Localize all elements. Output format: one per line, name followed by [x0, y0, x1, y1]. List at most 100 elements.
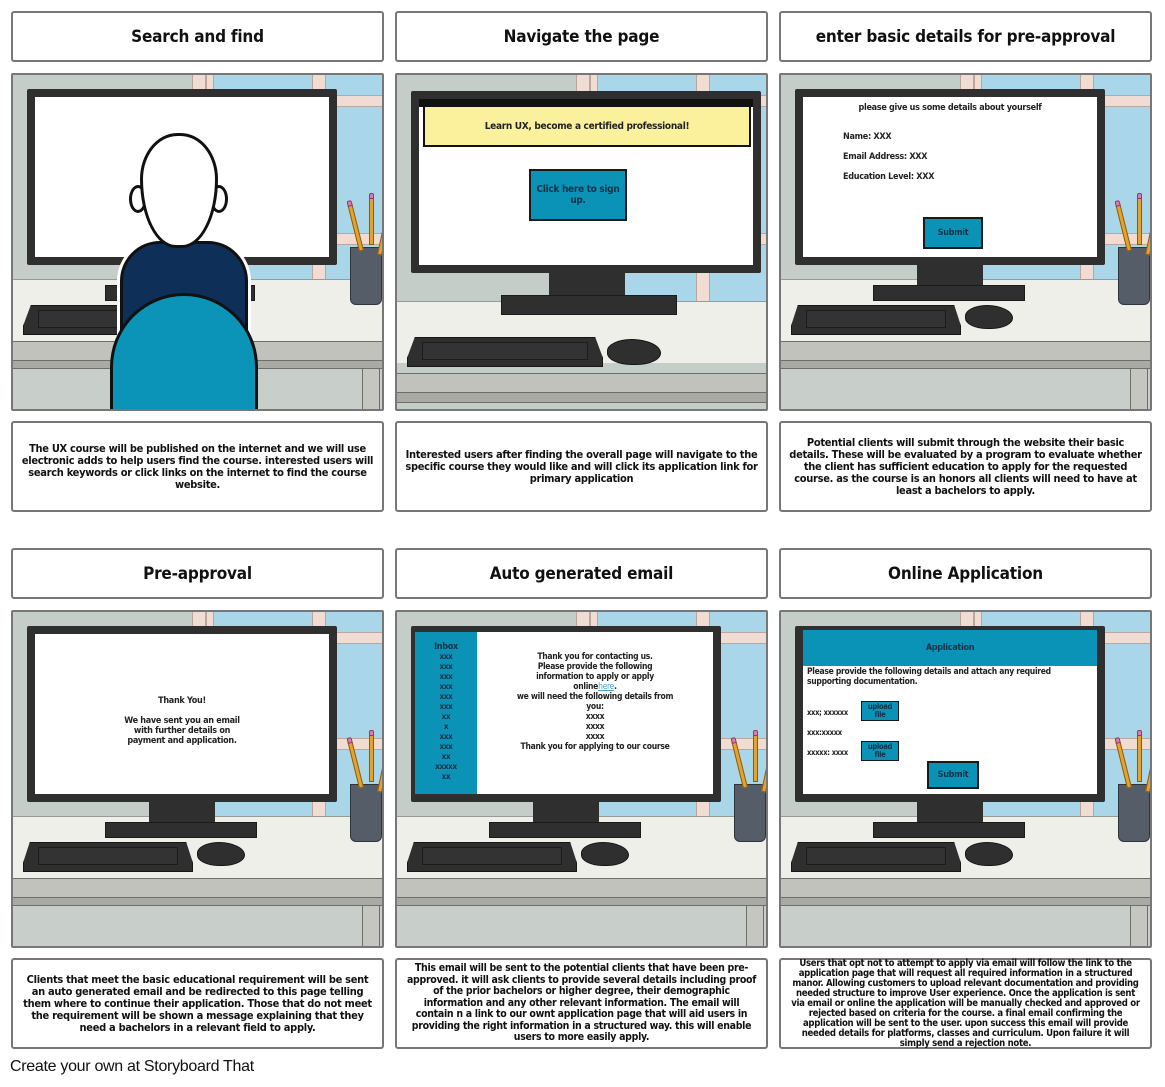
scene-illustration	[11, 73, 384, 411]
form-heading: please give us some details about yourse…	[858, 103, 1042, 113]
scene-illustration: please give us some details about yourse…	[779, 73, 1152, 411]
desk-lower-strip	[781, 898, 1150, 906]
monitor-stand-base	[873, 822, 1025, 838]
desk-edge	[397, 373, 766, 393]
desk-lower-strip	[397, 393, 766, 403]
email-body: Thank you for contacting us. Please prov…	[477, 652, 713, 752]
monitor-stand-base	[105, 822, 257, 838]
storyboard-that-credit-link[interactable]: Create your own at Storyboard That	[10, 1058, 254, 1076]
scene-illustration: Inbox xxx xxx xxx xxx xxx xxx xx x xxx xxx xx xxxxx…	[395, 610, 768, 948]
monitor-screen: Learn UX, become a certified professiona…	[419, 99, 753, 265]
monitor-stand-base	[873, 285, 1025, 301]
inbox-item[interactable]: xx	[415, 772, 477, 782]
name-field[interactable]: Name: XXX	[843, 132, 892, 142]
inbox-item[interactable]: xxxxx	[415, 762, 477, 772]
email-field[interactable]: Email Address: XXX	[843, 152, 927, 162]
inbox-item[interactable]: xxx	[415, 682, 477, 692]
monitor: Thank You! We have sent you an email wit…	[27, 626, 337, 802]
monitor: Learn UX, become a certified professiona…	[411, 91, 761, 273]
inbox-item[interactable]: xxx	[415, 742, 477, 752]
mouse	[607, 339, 661, 365]
inbox-item[interactable]: xxx	[415, 652, 477, 662]
inbox-item[interactable]: xxx	[415, 662, 477, 672]
scene-illustration: Thank You! We have sent you an email wit…	[11, 610, 384, 948]
keyboard	[407, 337, 603, 367]
panel-title: Search and find	[11, 11, 384, 62]
education-field[interactable]: Education Level: XXX	[843, 172, 934, 182]
pencil-icon	[369, 193, 374, 245]
pencil-icon	[753, 730, 758, 782]
person-back-view	[110, 123, 290, 409]
email-detail: xxxx	[585, 732, 605, 742]
desk-edge	[781, 878, 1150, 898]
field-label[interactable]: xxx; xxxxxx	[807, 708, 848, 717]
inbox-sidebar: Inbox xxx xxx xxx xxx xxx xxx xx x xxx xxx xx xxxxx…	[415, 632, 477, 794]
submit-button[interactable]: Submit	[923, 217, 983, 249]
inbox-item[interactable]: xx	[415, 712, 477, 722]
inbox-item[interactable]: xxx	[415, 692, 477, 702]
panel-description: Users that opt not to attempt to apply v…	[779, 958, 1152, 1049]
course-banner: Learn UX, become a certified professiona…	[423, 105, 751, 147]
inbox-label[interactable]: Inbox	[415, 642, 477, 652]
application-instructions: Please provide the following details and…	[807, 667, 1051, 687]
desk-lower-strip	[13, 898, 382, 906]
pencil-cup-icon	[1118, 784, 1150, 842]
mouse	[965, 842, 1013, 866]
desk-leg	[1130, 369, 1148, 409]
application-screen: Application Please provide the following…	[803, 630, 1097, 794]
desk-lower-strip	[781, 361, 1150, 369]
thank-you-heading: Thank You!	[158, 696, 206, 706]
inbox-item[interactable]: xxx	[415, 702, 477, 712]
panel-title: Auto generated email	[395, 548, 768, 599]
pencil-icon	[1137, 193, 1142, 245]
panel-title: Pre-approval	[11, 548, 384, 599]
upload-file-button[interactable]: upload file	[861, 741, 899, 761]
field-label[interactable]: xxxxx: xxxx	[807, 748, 848, 757]
email-detail: xxxx	[585, 722, 605, 732]
mouse	[197, 842, 245, 866]
email-line: information to apply or apply	[536, 672, 654, 682]
email-text: online	[573, 682, 599, 692]
pencil-cup-icon	[734, 784, 766, 842]
desk-leg	[362, 369, 380, 409]
upload-file-button[interactable]: upload file	[861, 701, 899, 721]
inbox-item[interactable]: xx	[415, 752, 477, 762]
submit-button[interactable]: Submit	[927, 761, 979, 789]
field-label[interactable]: xxx:xxxxx	[807, 728, 842, 737]
monitor: Application Please provide the following…	[795, 626, 1105, 802]
email-text: .	[614, 682, 617, 692]
keyboard	[791, 842, 961, 872]
inbox-item[interactable]: xxx	[415, 732, 477, 742]
monitor-stand-base	[501, 295, 677, 315]
email-line: you:	[586, 702, 604, 712]
sign-up-button[interactable]: Click here to sign up.	[529, 169, 627, 221]
panel-description: This email will be sent to the potential…	[395, 958, 768, 1049]
inbox-list: xxx xxx xxx xxx xxx xxx xx x xxx xxx xx xxxxx xx	[415, 652, 477, 782]
head	[140, 133, 218, 248]
monitor-screen: Thank You! We have sent you an email wit…	[35, 634, 329, 794]
monitor-stand-base	[489, 822, 641, 838]
desk-edge	[397, 878, 766, 898]
inbox-item[interactable]: x	[415, 722, 477, 732]
email-line: onlinehere.	[477, 682, 713, 692]
panel-description: Clients that meet the basic educational …	[11, 958, 384, 1049]
pencil-cup-icon	[350, 784, 382, 842]
panel-title: enter basic details for pre-approval	[779, 11, 1152, 62]
scene-illustration: Application Please provide the following…	[779, 610, 1152, 948]
application-link[interactable]: here	[598, 682, 614, 692]
email-line: we will need the following details from	[516, 692, 674, 702]
keyboard	[407, 842, 577, 872]
panel-description: Potential clients will submit through th…	[779, 421, 1152, 512]
application-header: Application	[803, 630, 1097, 666]
monitor-screen: please give us some details about yourse…	[803, 97, 1097, 257]
inbox-item[interactable]: xxx	[415, 672, 477, 682]
panel-title: Navigate the page	[395, 11, 768, 62]
keyboard	[791, 305, 961, 335]
email-client-screen: Inbox xxx xxx xxx xxx xxx xxx xx x xxx xxx xx xxxxx…	[415, 632, 713, 794]
email-detail: xxxx	[585, 712, 605, 722]
scene-illustration: Learn UX, become a certified professiona…	[395, 73, 768, 411]
monitor: Inbox xxx xxx xxx xxx xxx xxx xx x xxx xxx xx xxxxx…	[411, 626, 721, 802]
panel-description: Interested users after finding the overa…	[395, 421, 768, 512]
desk-leg	[746, 906, 764, 946]
keyboard	[23, 842, 193, 872]
